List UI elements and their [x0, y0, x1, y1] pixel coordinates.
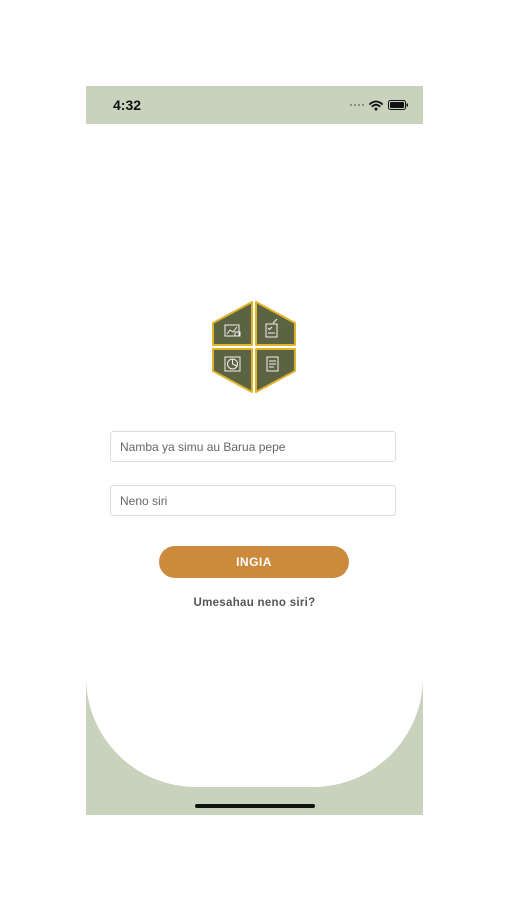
- status-time: 4:32: [113, 97, 142, 113]
- username-field[interactable]: [110, 431, 396, 462]
- status-bar: 4:32: [86, 86, 423, 124]
- username-input[interactable]: [111, 432, 395, 461]
- phone-screen: 4:32 Namba ya simu au Barua pepe INGIA U…: [86, 86, 423, 815]
- login-button[interactable]: INGIA: [159, 546, 349, 578]
- battery-icon: [388, 100, 409, 110]
- login-content: INGIA Umesahau neno siri?: [86, 124, 423, 787]
- password-field[interactable]: [110, 485, 396, 516]
- home-indicator[interactable]: [195, 804, 315, 808]
- password-input[interactable]: [111, 486, 395, 515]
- forgot-password-link[interactable]: Umesahau neno siri?: [86, 597, 423, 609]
- app-logo: [211, 301, 297, 393]
- wifi-icon: [369, 100, 383, 111]
- cellular-signal-icon: [350, 104, 364, 106]
- status-icons: [350, 99, 409, 111]
